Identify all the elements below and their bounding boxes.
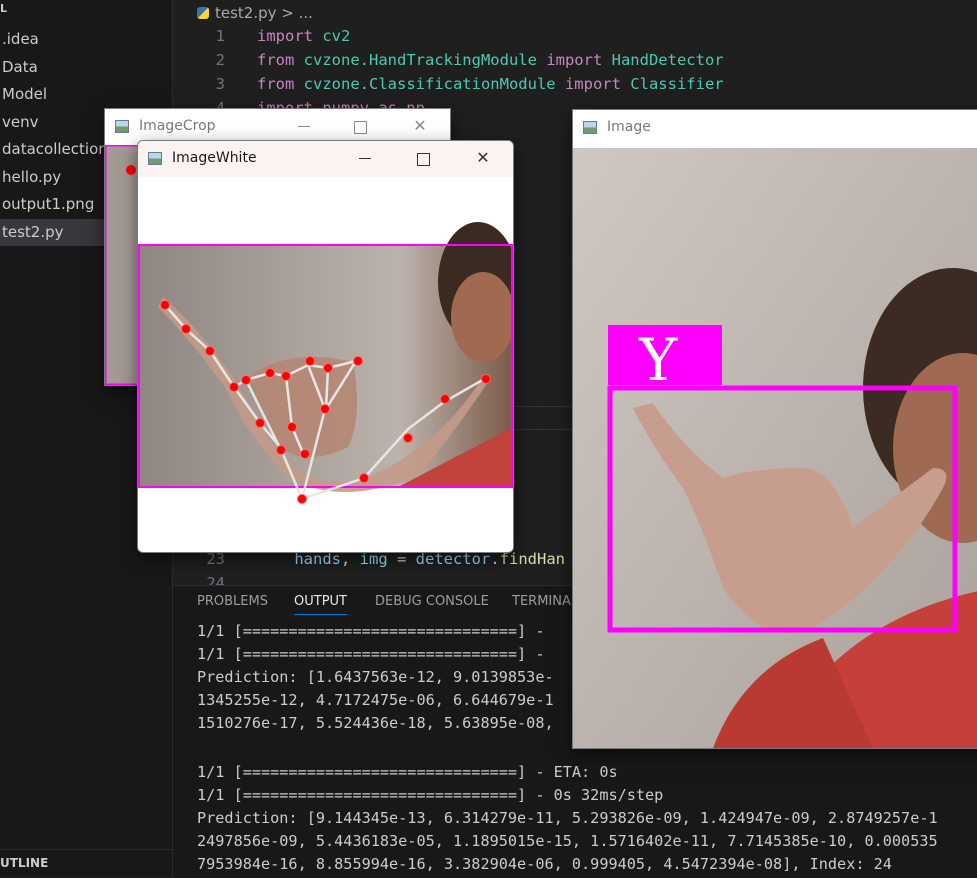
breadcrumb-text: test2.py > ... bbox=[215, 4, 313, 22]
python-file-icon bbox=[197, 7, 209, 19]
output-line: Prediction: [1.6437563e-12, 9.0139853e- bbox=[197, 668, 554, 686]
image-canvas: Y bbox=[573, 148, 977, 748]
line-code: from cvzone.HandTrackingModule import Ha… bbox=[257, 51, 724, 69]
landmark-point bbox=[276, 445, 286, 455]
landmark-point bbox=[440, 394, 450, 404]
explorer-item-data[interactable]: Data bbox=[0, 54, 172, 82]
line-number: 1 bbox=[215, 27, 225, 45]
imagewhite-titlebar[interactable]: ImageWhite ✕ bbox=[138, 141, 513, 177]
landmark-point bbox=[241, 375, 251, 385]
line-number: 2 bbox=[215, 51, 225, 69]
line-code: import cv2 bbox=[257, 27, 351, 45]
imagewhite-window[interactable]: ImageWhite ✕ bbox=[137, 140, 514, 553]
landmark-point bbox=[126, 165, 136, 175]
landmark-point bbox=[323, 363, 333, 373]
landmark-point bbox=[229, 382, 239, 392]
output-line: Prediction: [9.144345e-13, 6.314279e-11,… bbox=[197, 809, 938, 827]
landmark-point bbox=[305, 356, 315, 366]
landmark-point bbox=[287, 422, 297, 432]
imagecrop-title: ImageCrop bbox=[139, 118, 216, 134]
landmark-point bbox=[265, 368, 275, 378]
output-line: 1/1 [==============================] - bbox=[197, 645, 545, 663]
explorer-item-idea[interactable]: .idea bbox=[0, 26, 172, 54]
landmark-point bbox=[255, 418, 265, 428]
image-titlebar[interactable]: Image bbox=[573, 110, 977, 148]
output-line: 1/1 [==============================] - E… bbox=[197, 763, 618, 781]
opencv-window-icon bbox=[148, 152, 162, 165]
landmark-point bbox=[320, 404, 330, 414]
tab-debug-console[interactable]: DEBUG CONSOLE bbox=[375, 594, 489, 609]
image-title: Image bbox=[607, 119, 651, 135]
code-line[interactable]: 1 import cv2 bbox=[173, 24, 977, 48]
breadcrumb[interactable]: test2.py > ... bbox=[197, 3, 313, 23]
output-line: 1510276e-17, 5.524436e-18, 5.63895e-08, bbox=[197, 714, 554, 732]
prediction-label-text: Y bbox=[638, 326, 678, 394]
line-code: from cvzone.ClassificationModule import … bbox=[257, 75, 724, 93]
landmark-point bbox=[403, 433, 413, 443]
imagewhite-minimize-button[interactable] bbox=[336, 141, 394, 177]
outline-section-header[interactable]: UTLINE bbox=[0, 849, 172, 878]
imagewhite-close-button[interactable]: ✕ bbox=[454, 141, 512, 177]
imagewhite-maximize-button[interactable] bbox=[394, 141, 452, 177]
landmark-point bbox=[481, 374, 491, 384]
landmark-point bbox=[160, 300, 170, 310]
landmark-point bbox=[297, 494, 307, 504]
code-line[interactable]: 2 from cvzone.HandTrackingModule import H… bbox=[173, 48, 977, 72]
landmark-point bbox=[300, 449, 310, 459]
line-number: 3 bbox=[215, 75, 225, 93]
output-line: 1345255e-12, 4.7172475e-06, 6.644679e-1 bbox=[197, 691, 554, 709]
landmark-point bbox=[181, 324, 191, 334]
tab-terminal[interactable]: TERMINAL bbox=[512, 594, 578, 609]
opencv-window-icon bbox=[583, 121, 597, 134]
landmark-point bbox=[281, 371, 291, 381]
output-line: 2497856e-09, 5.4436183e-05, 1.1895015e-1… bbox=[197, 832, 938, 850]
landmark-point bbox=[353, 356, 363, 366]
output-line: 1/1 [==============================] - bbox=[197, 622, 545, 640]
imagewhite-canvas bbox=[138, 177, 513, 552]
tab-problems[interactable]: PROBLEMS bbox=[197, 594, 268, 609]
tab-output[interactable]: OUTPUT bbox=[294, 594, 347, 615]
imagewhite-title: ImageWhite bbox=[172, 150, 257, 166]
landmark-point bbox=[359, 473, 369, 483]
code-line[interactable]: 3 from cvzone.ClassificationModule import… bbox=[173, 72, 977, 96]
opencv-window-icon bbox=[115, 120, 129, 133]
landmark-point bbox=[205, 346, 215, 356]
image-window[interactable]: Image Y bbox=[572, 109, 977, 749]
explorer-item-model[interactable]: Model bbox=[0, 81, 172, 109]
output-line: 7953984e-16, 8.855994e-16, 3.382904e-06,… bbox=[197, 855, 892, 873]
explorer-header: L bbox=[0, 2, 8, 15]
output-line: 1/1 [==============================] - 0… bbox=[197, 786, 664, 804]
